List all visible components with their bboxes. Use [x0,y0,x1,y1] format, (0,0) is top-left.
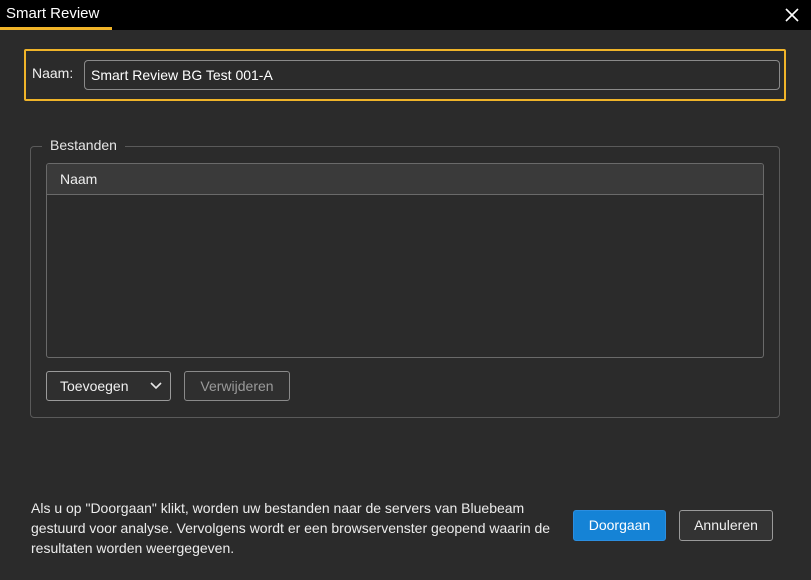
remove-button[interactable]: Verwijderen [184,371,290,401]
name-label: Naam: [32,65,74,81]
chevron-down-icon [150,382,162,390]
name-row: Naam: [24,49,786,101]
name-input[interactable] [84,60,780,90]
add-dropdown-button[interactable]: Toevoegen [46,371,171,401]
cancel-button[interactable]: Annuleren [679,510,773,541]
close-icon [785,8,799,22]
files-group-label: Bestanden [42,137,125,153]
smart-review-dialog: Smart Review Naam: Bestanden Naam Toevoe… [0,0,811,580]
close-button[interactable] [781,4,803,26]
title-bar: Smart Review [0,0,811,30]
continue-button[interactable]: Doorgaan [573,510,666,541]
add-button-label: Toevoegen [60,378,129,394]
files-list[interactable]: Naam [46,163,764,358]
column-header-name[interactable]: Naam [47,164,763,195]
info-text: Als u op "Doorgaan" klikt, worden uw bes… [31,500,551,556]
window-title: Smart Review [0,0,112,30]
